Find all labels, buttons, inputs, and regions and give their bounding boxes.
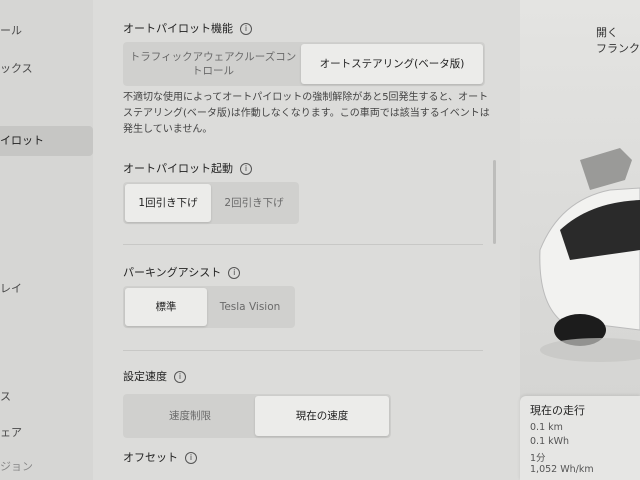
parking-assist-title: パーキングアシスト [123,266,222,279]
info-icon[interactable]: i [185,452,197,464]
autopilot-features-selector: トラフィックアウェアクルーズコントロール オートステアリング(ベータ版) [123,42,485,86]
vehicle-illustration [539,148,640,362]
set-speed-selector: 速度制限 現在の速度 [123,394,391,438]
sidebar-item-version[interactable]: ジョン [0,458,93,474]
trip-energy: 0.1 kWh [530,436,570,447]
sidebar-item-2[interactable]: ックス [0,60,93,76]
option-double-pull[interactable]: 2回引き下げ [211,184,297,222]
option-speed-limit[interactable]: 速度制限 [125,396,255,436]
trip-duration: 1分 [530,453,546,464]
info-icon[interactable]: i [228,267,241,279]
car-shadow [540,338,640,362]
option-standard[interactable]: 標準 [125,288,207,326]
autopilot-features-title: オートパイロット機能 [123,22,233,35]
trip-title: 現在の走行 [530,404,585,417]
info-icon[interactable]: i [240,23,252,35]
scrollbar[interactable] [493,160,496,244]
option-autosteer-beta[interactable]: オートステアリング(ベータ版) [301,44,483,84]
parking-assist-heading: パーキングアシスト i [123,264,241,280]
set-speed-heading: 設定速度 i [123,368,186,384]
sidebar-item-display[interactable]: レイ [0,280,93,296]
info-icon[interactable]: i [174,371,186,383]
car-door-open [580,148,632,190]
autopilot-activation-heading: オートパイロット起動 i [123,160,252,176]
open-label: 開く [596,26,618,39]
sidebar-item-1[interactable]: ール [0,22,93,38]
trip-distance: 0.1 km [530,422,563,433]
offset-heading: オフセット i [123,449,197,465]
autopilot-settings-panel: オートパイロット機能 i トラフィックアウェアクルーズコントロール オートステアリ… [93,0,520,480]
section-divider [123,244,483,245]
autopilot-activation-title: オートパイロット起動 [123,162,233,175]
section-divider [123,350,483,351]
sidebar-item-autopilot[interactable]: イロット [0,126,93,156]
trip-efficiency: 1,052 Wh/km [530,464,594,475]
frunk-label: フランク [596,42,640,55]
autopilot-activation-selector: 1回引き下げ 2回引き下げ [123,182,299,224]
offset-title: オフセット [123,451,178,464]
option-tesla-vision[interactable]: Tesla Vision [207,288,293,326]
sidebar-item-software[interactable]: ェア [0,424,93,440]
option-current-speed[interactable]: 現在の速度 [255,396,389,436]
option-single-pull[interactable]: 1回引き下げ [125,184,211,222]
autopilot-features-heading: オートパイロット機能 i [123,20,252,36]
autopilot-strike-description: 不適切な使用によってオートパイロットの強制解除があと5回発生すると、オートステア… [123,92,490,135]
open-frunk-button[interactable]: 開く フランク [524,24,640,56]
current-trip-card[interactable]: 現在の走行 0.1 km 0.1 kWh 1分 1,052 Wh/km [520,396,640,480]
parking-assist-selector: 標準 Tesla Vision [123,286,295,328]
info-icon[interactable]: i [240,163,252,175]
settings-sidebar: ール ックス イロット レイ ス ェア ジョン [0,0,93,480]
sidebar-item-5[interactable]: ス [0,388,93,404]
set-speed-title: 設定速度 [123,370,167,383]
option-traffic-aware-cruise-control[interactable]: トラフィックアウェアクルーズコントロール [125,44,301,84]
